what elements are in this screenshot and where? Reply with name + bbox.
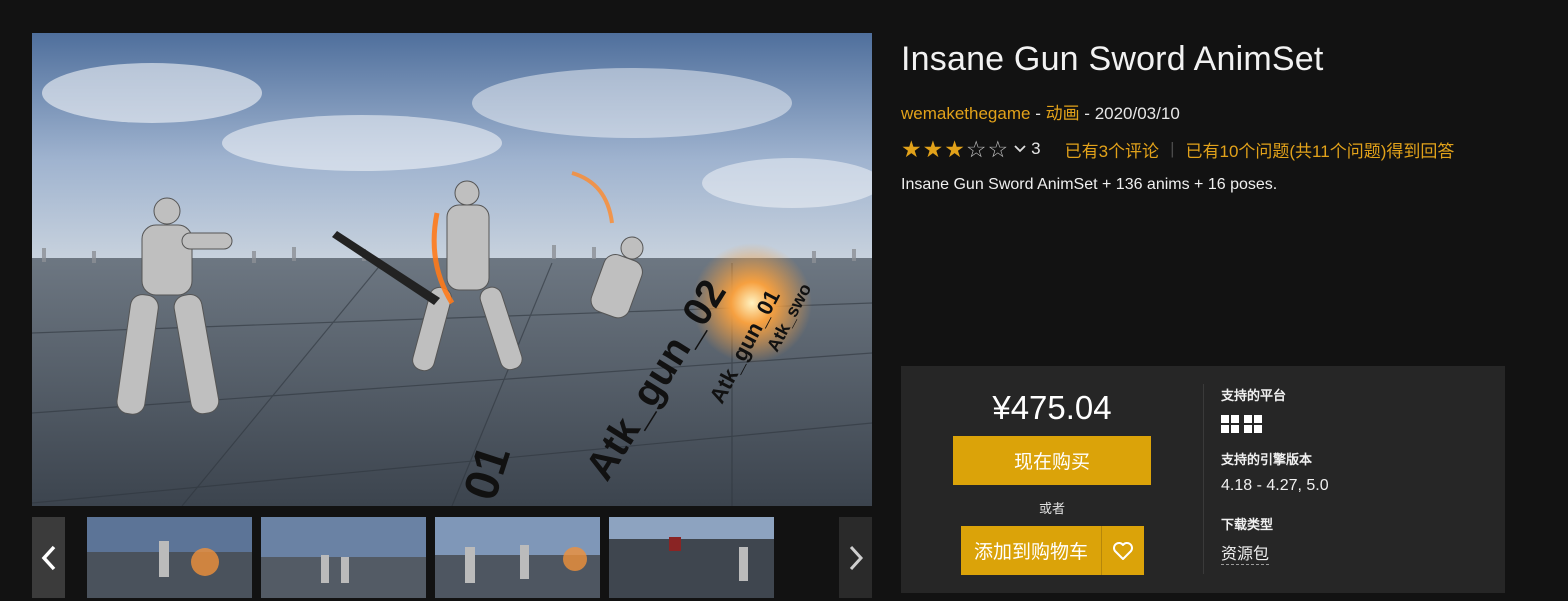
rating-row: ★ ★ ★ ☆ ☆ 3 已有3个评论 | 已有10个问题(共11个问题)得到回答 [901, 136, 1454, 162]
windows-icon [1221, 415, 1239, 433]
add-to-cart-button[interactable]: 添加到购物车 [961, 526, 1101, 575]
gallery-next-button[interactable] [839, 517, 872, 598]
wishlist-button[interactable] [1101, 526, 1144, 575]
gallery-thumbnail[interactable] [609, 517, 774, 598]
star-filled-icon: ★ [901, 135, 922, 162]
reviews-link[interactable]: 已有3个评论 [1065, 137, 1159, 162]
chevron-down-icon[interactable] [1013, 144, 1027, 154]
release-date: 2020/03/10 [1094, 104, 1180, 123]
or-label: 或者 [1038, 501, 1065, 516]
star-filled-icon: ★ [922, 135, 944, 162]
heart-icon [1113, 541, 1133, 560]
meta-separator: - [1030, 104, 1046, 123]
engine-version-label: 支持的引擎版本 [1221, 452, 1313, 467]
download-type-value[interactable]: 资源包 [1221, 546, 1270, 565]
panel-divider [1203, 384, 1204, 574]
engine-version-value: 4.18 - 4.27, 5.0 [1221, 477, 1329, 494]
rating-stars[interactable]: ★ ★ ★ ☆ ☆ [901, 135, 1027, 162]
star-filled-icon: ★ [944, 135, 965, 162]
gallery-thumbnail[interactable] [261, 517, 426, 598]
buy-now-button[interactable]: 现在购买 [953, 436, 1151, 485]
download-type-label: 下载类型 [1221, 517, 1274, 532]
product-title: Insane Gun Sword AnimSet [901, 40, 1324, 78]
gallery-prev-button[interactable] [32, 517, 65, 598]
platform-label: 支持的平台 [1221, 388, 1287, 403]
rating-count: 3 [1031, 139, 1041, 158]
windows-icon [1244, 415, 1262, 433]
chevron-left-icon [41, 545, 55, 570]
product-meta: wemakethegame - 动画 - 2020/03/10 [901, 99, 1180, 124]
product-description: Insane Gun Sword AnimSet + 136 anims + 1… [901, 176, 1278, 193]
gallery-thumbnail[interactable] [87, 517, 252, 598]
download-type-wrapper: 资源包 [1221, 540, 1270, 565]
product-specs: 支持的平台 支持的引擎版本 4.18 - 4.27, 5.0 下载类型 资源包 [1221, 366, 1491, 593]
purchase-panel: ¥475.04 现在购买 或者 添加到购物车 支持的平台 支持的引擎版本 4.1… [901, 366, 1505, 593]
author-link[interactable]: wemakethegame [901, 104, 1030, 123]
price: ¥475.04 [992, 389, 1112, 426]
thumbnail-strip [32, 517, 872, 598]
gallery-main-image[interactable]: 01 Atk_gun_02 Atk_gun_01 Atk_swo [32, 33, 872, 506]
star-empty-icon: ☆ [987, 135, 1009, 162]
divider: | [1170, 139, 1175, 158]
category-link[interactable]: 动画 [1046, 104, 1080, 123]
chevron-right-icon [849, 545, 863, 570]
star-empty-icon: ☆ [965, 135, 987, 162]
questions-link[interactable]: 已有10个问题(共11个问题)得到回答 [1185, 137, 1454, 162]
meta-separator: - [1079, 104, 1095, 123]
platform-icons [1221, 415, 1262, 433]
gallery-thumbnail-active[interactable] [435, 517, 600, 598]
purchase-actions: ¥475.04 现在购买 或者 添加到购物车 [901, 366, 1203, 593]
